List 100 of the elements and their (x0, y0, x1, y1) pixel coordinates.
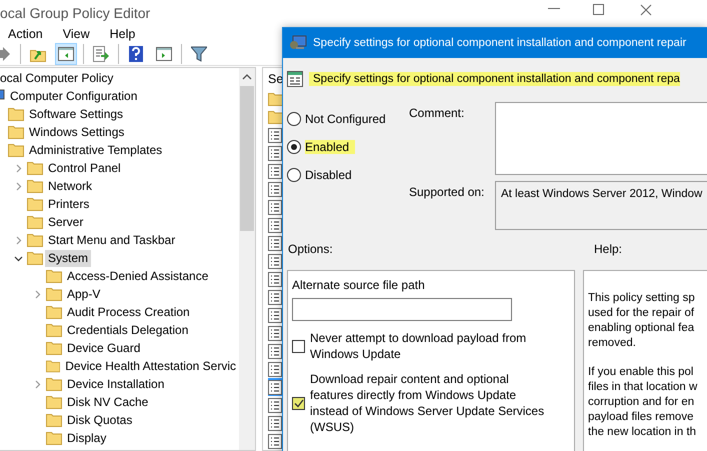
list-item[interactable] (268, 198, 284, 216)
setting-list-icon (268, 380, 282, 394)
folder-icon (268, 92, 284, 106)
list-item[interactable] (268, 270, 284, 288)
window-title: ocal Group Policy Editor (0, 4, 150, 21)
folder-icon (27, 233, 43, 247)
list-item[interactable] (268, 396, 284, 414)
checkbox[interactable] (292, 396, 305, 410)
folder-icon (46, 377, 62, 391)
tree-item[interactable]: Computer Configuration (7, 88, 140, 104)
list-item[interactable] (268, 432, 284, 450)
tree-item[interactable]: Control Panel (45, 160, 124, 176)
tree-item[interactable]: Software Settings (26, 106, 126, 122)
setting-list-icon (268, 362, 282, 376)
tree-item[interactable]: Device Guard (64, 340, 144, 356)
setting-list-icon (268, 182, 282, 196)
radio-button[interactable] (287, 140, 301, 154)
setting-list-icon (268, 434, 282, 448)
list-item[interactable] (268, 126, 284, 144)
tree-item[interactable]: Audit Process Creation (64, 304, 193, 320)
maximize-icon[interactable] (593, 4, 604, 15)
list-item[interactable] (268, 252, 284, 270)
radio-label[interactable]: Enabled (305, 140, 356, 154)
path-label: Alternate source file path (292, 278, 426, 292)
tree-item[interactable]: Credentials Delegation (64, 322, 192, 338)
list-item[interactable] (268, 144, 284, 162)
list-item[interactable] (268, 288, 284, 306)
tree-item[interactable]: Device Installation (64, 376, 168, 392)
help-text: removed. (588, 336, 637, 351)
help-text: This policy setting sp (588, 291, 696, 306)
radio-button[interactable] (287, 112, 301, 126)
checkbox-label[interactable]: Never attempt to download payload from Windows Update (310, 330, 550, 362)
radio-label[interactable]: Disabled (305, 168, 358, 182)
menu-item[interactable]: Help (110, 27, 136, 42)
tree-item[interactable]: App-V (64, 286, 104, 302)
tree-item[interactable]: Printers (45, 196, 92, 212)
minimize-icon[interactable] (548, 8, 560, 10)
list-item[interactable] (268, 414, 284, 432)
folder-icon (46, 431, 62, 445)
setting-heading: Specify settings for optional component installation and component repa (309, 72, 680, 86)
tree-item[interactable]: ocal Computer Policy (0, 70, 116, 86)
tree-item[interactable]: Disk Quotas (64, 412, 136, 428)
list-item[interactable] (268, 162, 284, 180)
list-item[interactable] (268, 342, 284, 360)
toolbar-button[interactable] (55, 42, 77, 65)
folder-icon (27, 251, 43, 265)
setting-list-icon (268, 200, 282, 214)
tree-item[interactable]: Administrative Templates (26, 142, 166, 158)
comment-field[interactable] (495, 102, 707, 175)
close-icon[interactable] (640, 4, 652, 16)
radio-button[interactable] (287, 168, 301, 182)
tree-item[interactable]: Display (64, 430, 110, 446)
chevron-right-icon[interactable] (33, 290, 42, 298)
filter-icon (191, 46, 207, 62)
help-text: enabling optional fea (588, 321, 696, 336)
setting-list-icon (268, 398, 282, 412)
tree-item[interactable]: Network (45, 178, 96, 194)
supported-on-field: At least Windows Server 2012, Window (495, 181, 707, 230)
tree-item[interactable]: Windows Settings (26, 124, 128, 140)
column-header[interactable]: Se (268, 68, 282, 90)
dialog-title: Specify settings for optional component installation and component repair (313, 37, 686, 49)
comment-label: Comment: (409, 105, 466, 122)
tree-item[interactable]: Access-Denied Assistance (64, 268, 212, 284)
folder-icon (46, 341, 62, 355)
export-list-icon (93, 46, 109, 62)
list-item[interactable] (268, 234, 284, 252)
radio-label[interactable]: Not Configured (305, 112, 392, 126)
setting-list-icon (268, 272, 282, 286)
folder-icon (8, 107, 24, 121)
setting-list-icon (268, 164, 282, 178)
setting-list-icon (268, 308, 282, 322)
checkbox-label[interactable]: Download repair content and optional features directly from Windows Update instead of Windows Server Update Services (WSUS) (310, 371, 550, 435)
folder-icon (46, 395, 62, 409)
help-text: If you enable this pol (588, 365, 694, 380)
checkbox[interactable] (292, 340, 305, 352)
list-item[interactable] (268, 306, 284, 324)
menu-item[interactable]: View (62, 27, 90, 42)
folder-icon (46, 305, 62, 319)
folder-icon (27, 215, 43, 229)
help-text: corruption and for en (588, 395, 696, 410)
folder-icon (46, 359, 60, 373)
list-item[interactable] (268, 180, 284, 198)
tree-item[interactable]: Disk NV Cache (64, 394, 152, 410)
list-item[interactable] (268, 324, 284, 342)
chevron-right-icon[interactable] (14, 164, 23, 172)
tree-item[interactable]: Start Menu and Taskbar (45, 232, 178, 248)
help-icon (129, 46, 143, 62)
tree-item[interactable]: System (45, 250, 92, 266)
tree-item[interactable]: Server (45, 214, 86, 230)
chevron-right-icon[interactable] (14, 236, 23, 244)
chevron-down-icon[interactable] (14, 254, 23, 262)
tree-item[interactable]: Device Health Attestation Servic (62, 358, 239, 374)
list-item[interactable] (268, 360, 284, 378)
chevron-right-icon[interactable] (14, 182, 23, 190)
chevron-right-icon[interactable] (33, 380, 42, 388)
scrollbar[interactable] (239, 68, 255, 450)
setting-list-icon (268, 236, 282, 250)
list-item[interactable] (268, 216, 284, 234)
path-input-field[interactable] (292, 298, 512, 321)
menu-item[interactable]: Action (8, 27, 43, 42)
